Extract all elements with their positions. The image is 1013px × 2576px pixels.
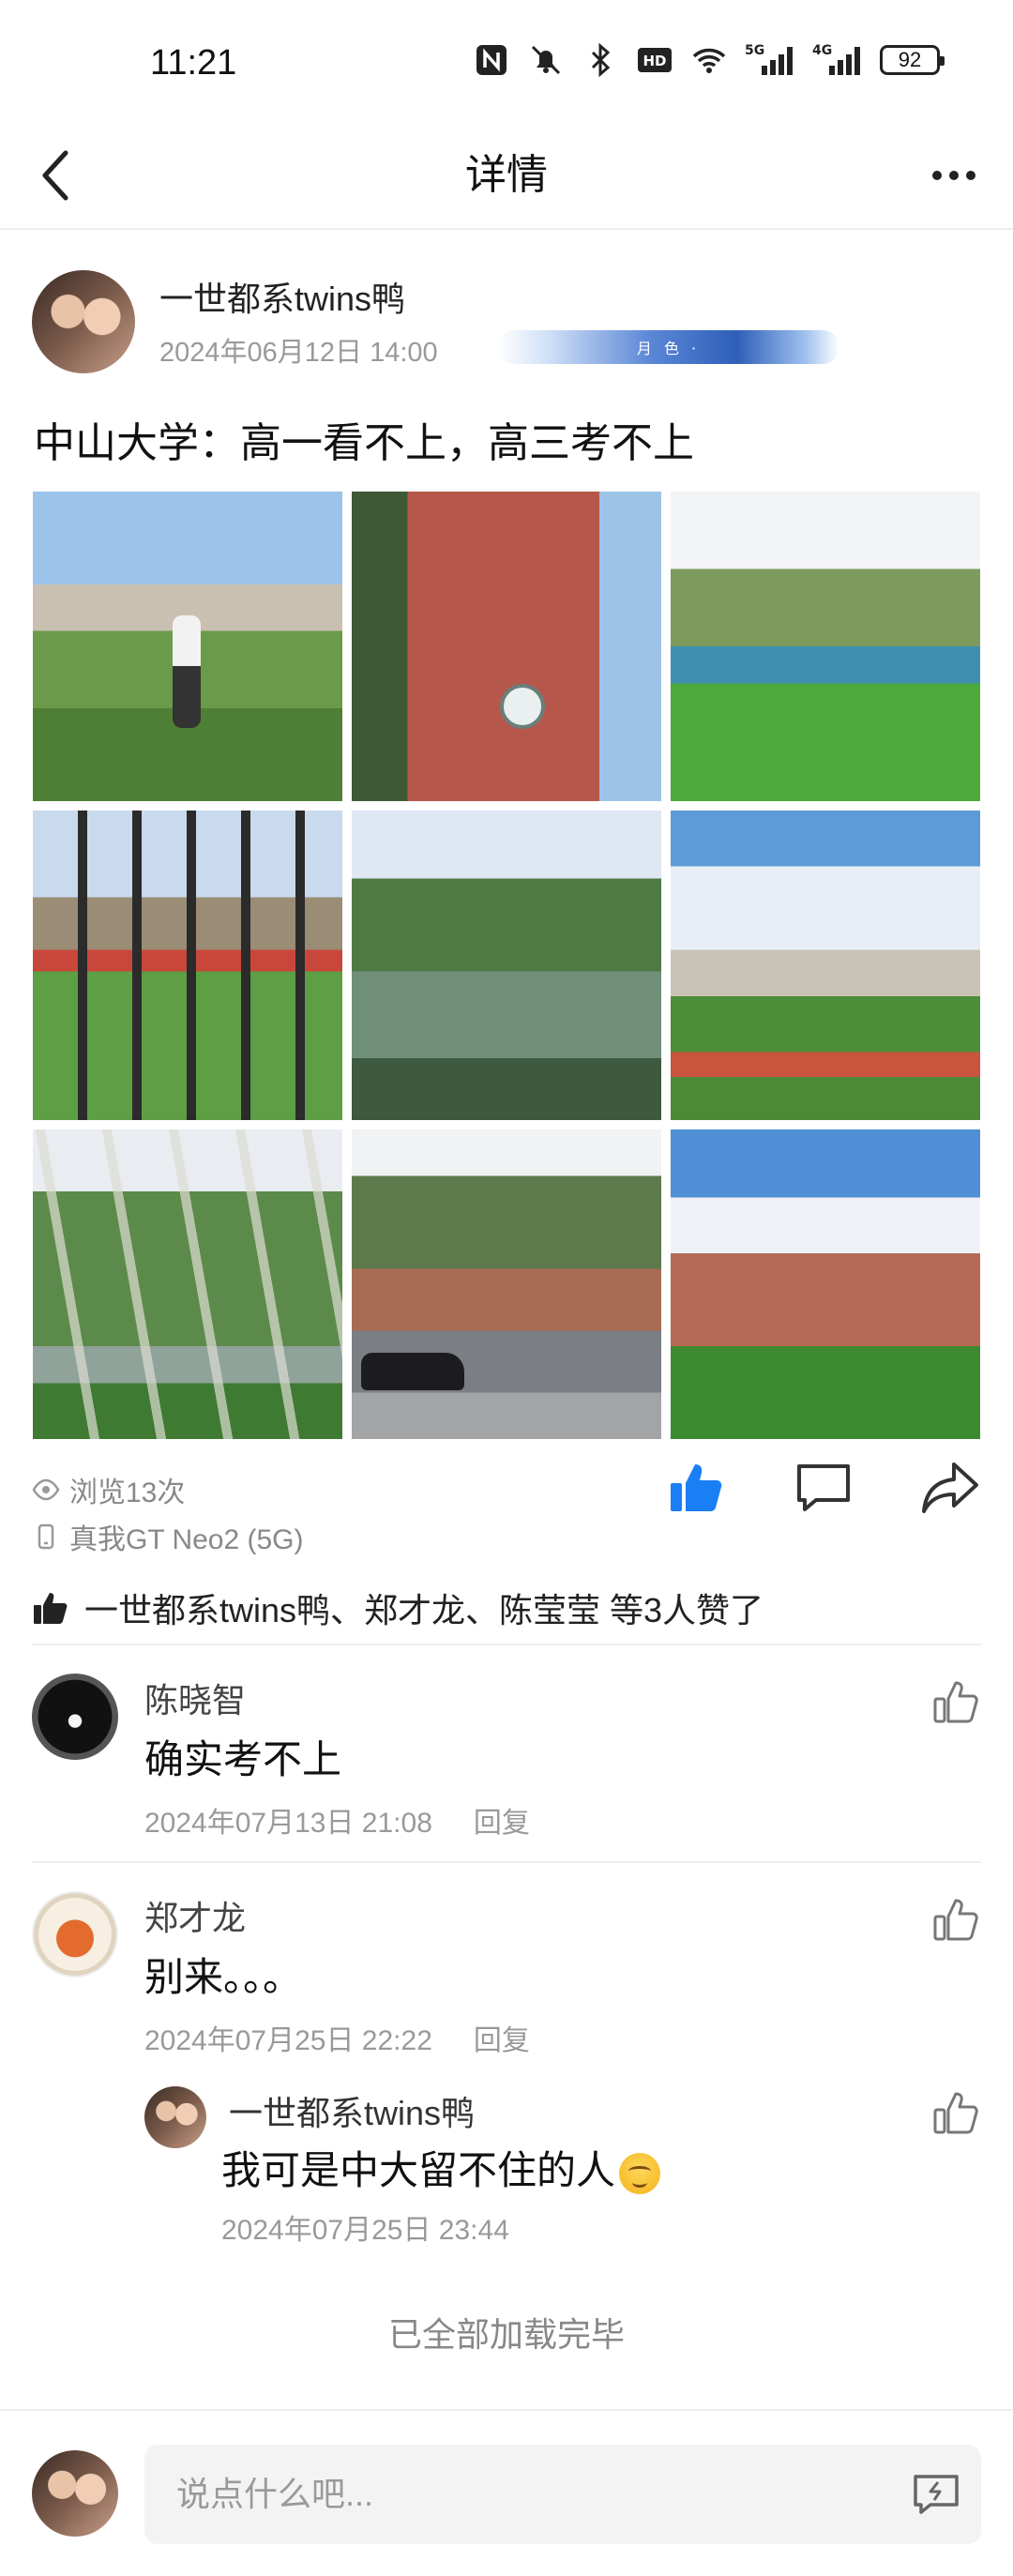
medal-badge[interactable]: 月 色 ·	[497, 330, 839, 364]
comment-text: 确实考不上	[144, 1737, 342, 1781]
reply-avatar[interactable]	[144, 2086, 206, 2148]
status-icons: HD 5G 4G 92	[473, 41, 945, 79]
thumbs-up-outline-icon	[933, 2092, 978, 2134]
battery-level: 92	[898, 48, 922, 71]
nfc-icon	[473, 41, 510, 79]
comment-text: 别来。。。	[144, 1955, 303, 1999]
photo-5[interactable]	[352, 811, 661, 1120]
comment-like-button[interactable]	[929, 1891, 985, 1947]
medal-text: 月 色 ·	[636, 340, 701, 357]
net-4g-label: 4G	[812, 43, 832, 58]
photo-6[interactable]	[671, 811, 980, 1120]
views-count: 浏览13次	[69, 1477, 186, 1508]
more-dots-icon	[932, 171, 942, 180]
page-title: 详情	[465, 152, 548, 198]
photo-4[interactable]	[33, 811, 342, 1120]
share-button[interactable]	[917, 1454, 983, 1520]
share-icon	[922, 1462, 978, 1513]
more-dot	[966, 171, 975, 180]
comment-meta: 2024年07月25日 22:22 回复	[144, 2017, 530, 2058]
emoji-button[interactable]	[910, 2471, 962, 2518]
bluetooth-icon	[582, 41, 619, 79]
comment-avatar[interactable]	[32, 1891, 118, 1977]
photo-8[interactable]	[352, 1129, 661, 1439]
phone-icon	[32, 1523, 60, 1551]
reply-text-content: 我可是中大留不住的人	[221, 2148, 616, 2192]
comment-input[interactable]	[176, 2475, 889, 2514]
likers-row[interactable]: 一世都系twins鸭、郑才龙、陈莹莹 等3人赞了	[32, 1583, 764, 1632]
mute-icon	[527, 41, 565, 79]
signal-5g-icon: 5G	[745, 41, 795, 79]
smile-emoji-icon	[619, 2152, 661, 2194]
eye-icon	[32, 1476, 60, 1504]
reply-text: 我可是中大留不住的人	[221, 2139, 661, 2196]
status-bar: 11:21 HD 5G 4G 92	[0, 0, 1013, 131]
more-dot	[949, 171, 959, 180]
device-name: 真我GT Neo2 (5G)	[69, 1524, 304, 1555]
author-avatar[interactable]	[32, 270, 135, 373]
end-of-list-text: 已全部加载完毕	[387, 2315, 625, 2354]
comment-author[interactable]: 陈晓智	[144, 1674, 246, 1722]
more-button[interactable]	[921, 143, 987, 208]
comment-time: 2024年07月13日 21:08	[144, 1808, 432, 1839]
divider	[32, 1644, 981, 1645]
header: 详情	[0, 122, 1013, 230]
wifi-icon	[690, 41, 728, 79]
post-text: 中山大学：高一看不上，高三考不上	[34, 420, 694, 466]
reply-button[interactable]: 回复	[474, 1799, 530, 1841]
thumbs-up-icon	[34, 1593, 68, 1624]
comment-avatar[interactable]	[32, 1674, 118, 1760]
comment-like-button[interactable]	[929, 1674, 985, 1730]
like-button[interactable]	[664, 1454, 730, 1520]
net-5g-label: 5G	[745, 43, 764, 58]
reply-button[interactable]: 回复	[474, 2017, 530, 2058]
comment-input-bar	[0, 2409, 1013, 2576]
hd-icon: HD	[636, 41, 673, 79]
author-name[interactable]: 一世都系twins鸭	[159, 272, 405, 321]
signal-4g-icon: 4G	[812, 41, 863, 79]
reply-time: 2024年07月25日 23:44	[221, 2215, 509, 2246]
comment-button[interactable]	[791, 1454, 856, 1520]
thumbs-up-outline-icon	[933, 1681, 978, 1723]
reply-like-button[interactable]	[929, 2084, 985, 2141]
battery-icon: 92	[880, 45, 945, 75]
views-row: 浏览13次	[32, 1469, 185, 1510]
comment-input-box[interactable]	[144, 2445, 981, 2544]
emoji-keyboard-icon	[914, 2475, 959, 2514]
photo-7[interactable]	[33, 1129, 342, 1439]
svg-text:HD: HD	[643, 53, 666, 69]
photo-1[interactable]	[33, 492, 342, 801]
photo-grid	[33, 492, 980, 1439]
status-time: 11:21	[150, 43, 237, 83]
thumbs-up-icon	[671, 1464, 722, 1511]
likers-text: 一世都系twins鸭、郑才龙、陈莹莹 等3人赞了	[84, 1591, 764, 1629]
reply-meta: 2024年07月25日 23:44	[221, 2206, 509, 2248]
comment-time: 2024年07月25日 22:22	[144, 2025, 432, 2056]
reply-author[interactable]: 一世都系twins鸭	[229, 2086, 475, 2135]
user-avatar[interactable]	[32, 2450, 118, 2537]
photo-9[interactable]	[671, 1129, 980, 1439]
comment-author[interactable]: 郑才龙	[144, 1891, 246, 1940]
photo-3[interactable]	[671, 492, 980, 801]
post-time: 2024年06月12日 14:00	[159, 338, 438, 368]
thumbs-up-outline-icon	[933, 1899, 978, 1941]
comment-meta: 2024年07月13日 21:08 回复	[144, 1799, 530, 1841]
comment-icon	[797, 1464, 850, 1511]
photo-2[interactable]	[352, 492, 661, 801]
device-row: 真我GT Neo2 (5G)	[32, 1516, 304, 1557]
divider	[32, 1861, 981, 1863]
